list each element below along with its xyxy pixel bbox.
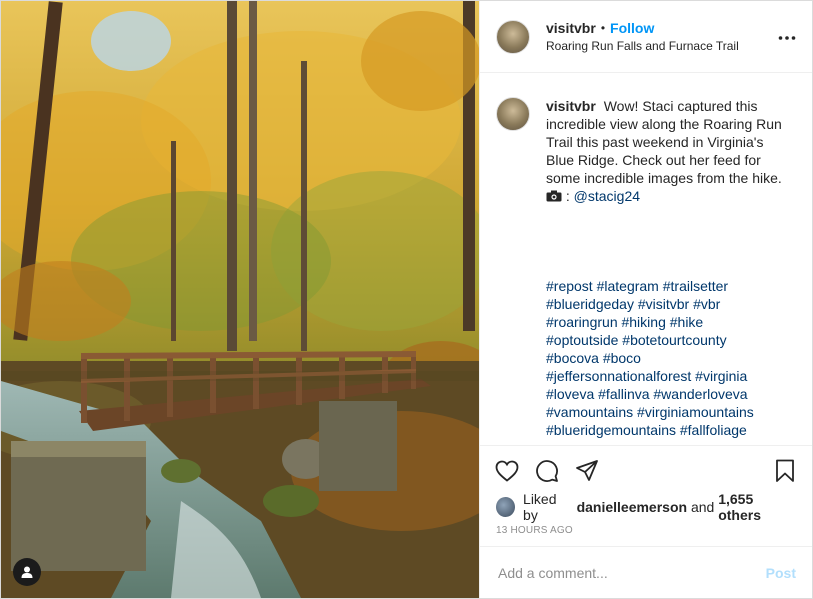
comment-input[interactable] bbox=[496, 563, 766, 582]
post-timestamp[interactable]: 13 HOURS AGO bbox=[480, 519, 812, 546]
caption-avatar[interactable] bbox=[496, 97, 530, 131]
forest-bridge-photo bbox=[1, 1, 479, 598]
action-bar bbox=[480, 445, 812, 495]
avatar[interactable] bbox=[496, 19, 530, 54]
caption-username[interactable]: visitvbr bbox=[546, 98, 596, 114]
hashtag-line[interactable]: #loveva #fallinva #wanderloveva bbox=[546, 385, 786, 403]
camera-icon bbox=[546, 188, 566, 204]
hashtag-line[interactable]: #vamountains #virginiamountains bbox=[546, 403, 786, 421]
location-link[interactable]: Roaring Run Falls and Furnace Trail bbox=[546, 39, 778, 53]
instagram-post: visitvbr • Follow Roaring Run Falls and … bbox=[0, 0, 813, 599]
liker-avatar[interactable] bbox=[496, 497, 516, 517]
comment-box: Post bbox=[480, 546, 812, 598]
comment-icon[interactable] bbox=[534, 458, 560, 484]
hashtag-line[interactable]: #repost #lategram #trailsetter bbox=[546, 277, 786, 295]
caption: visitvbr Wow! Staci captured this incred… bbox=[546, 97, 786, 445]
post-sidebar: visitvbr • Follow Roaring Run Falls and … bbox=[479, 1, 812, 598]
caption-area: visitvbr Wow! Staci captured this incred… bbox=[480, 73, 812, 445]
more-options-icon[interactable] bbox=[778, 28, 796, 46]
hashtag-block: #repost #lategram #trailsetter #blueridg… bbox=[546, 277, 786, 439]
hashtag-line[interactable]: #bocova #boco bbox=[546, 349, 786, 367]
bridge-post bbox=[81, 353, 87, 423]
separator-dot: • bbox=[600, 21, 606, 35]
hashtag-line[interactable]: #jeffersonnationalforest #virginia bbox=[546, 367, 786, 385]
heart-icon[interactable] bbox=[494, 458, 520, 484]
bookmark-icon[interactable] bbox=[772, 458, 798, 484]
header-text: visitvbr • Follow Roaring Run Falls and … bbox=[546, 20, 778, 53]
post-comment-button[interactable]: Post bbox=[766, 565, 796, 581]
likes-joiner: and bbox=[690, 499, 715, 515]
tagged-users-icon[interactable] bbox=[13, 558, 41, 586]
post-header: visitvbr • Follow Roaring Run Falls and … bbox=[480, 1, 812, 73]
share-icon[interactable] bbox=[574, 458, 600, 484]
hashtag-line[interactable]: #roaringrun #hiking #hike bbox=[546, 313, 786, 331]
hashtag-line[interactable]: #optoutside #botetourtcounty bbox=[546, 331, 786, 349]
liker-username[interactable]: danielleemerson bbox=[577, 499, 688, 515]
post-photo[interactable] bbox=[1, 1, 479, 598]
hashtag-line[interactable]: #blueridgeday #visitvbr #vbr bbox=[546, 295, 786, 313]
likes-row: Liked by danielleemerson and 1,655 other… bbox=[480, 491, 812, 523]
hashtag-line[interactable]: #blueridgemountains #fallfoliage bbox=[546, 421, 786, 439]
follow-button[interactable]: Follow bbox=[610, 20, 654, 36]
header-username[interactable]: visitvbr bbox=[546, 20, 596, 36]
mention-link[interactable]: @stacig24 bbox=[574, 188, 640, 204]
